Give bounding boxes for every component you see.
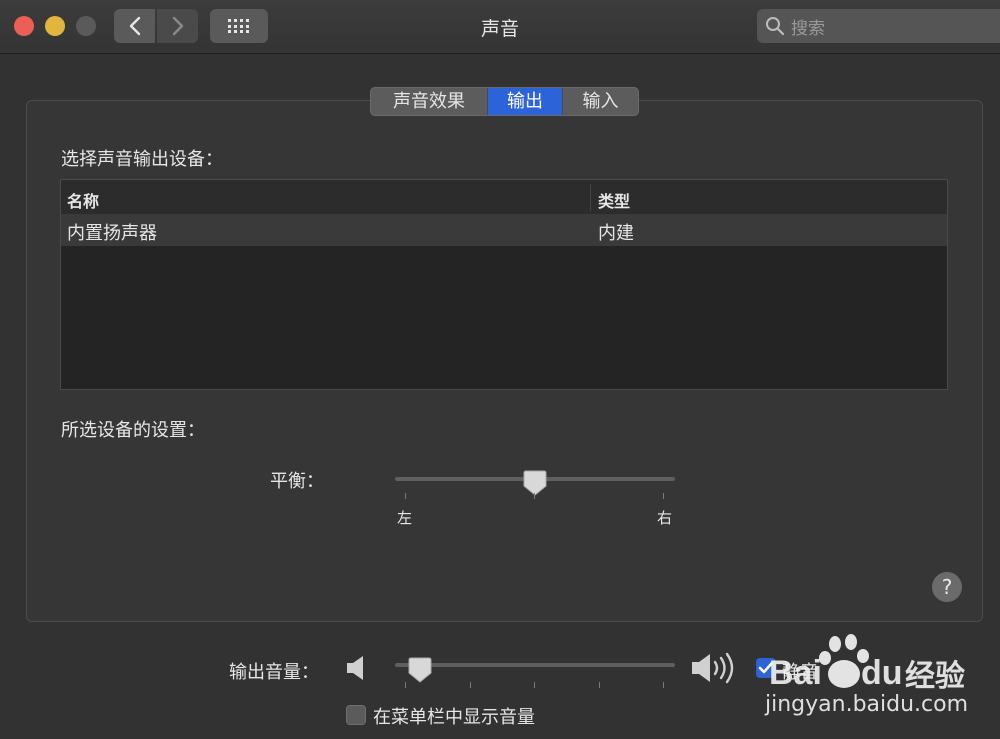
device-name: 内置扬声器 [67, 223, 157, 244]
tab-sound-effects[interactable]: 声音效果 [371, 88, 488, 115]
balance-tick [663, 493, 664, 499]
volume-tick [663, 682, 664, 688]
column-divider [590, 184, 591, 211]
tab-input[interactable]: 输入 [563, 88, 638, 115]
volume-slider-knob[interactable] [408, 656, 432, 684]
title-bar: 声音 搜索 [0, 0, 1000, 54]
speaker-high-icon [692, 652, 734, 684]
column-header-name[interactable]: 名称 [67, 188, 99, 212]
volume-tick [470, 682, 471, 688]
show-volume-in-menubar-label: 在菜单栏中显示音量 [373, 707, 535, 728]
device-settings-label: 所选设备的设置： [61, 420, 205, 441]
device-table: 名称 类型 内置扬声器 内建 [60, 179, 948, 390]
search-field[interactable]: 搜索 [757, 9, 1000, 43]
balance-slider-knob[interactable] [523, 469, 547, 497]
watermark-url: jingyan.baidu.com [765, 692, 969, 717]
tab-bar: 声音效果 输出 输入 [370, 87, 639, 116]
balance-left-label: 左 [397, 509, 413, 527]
table-header: 名称 类型 [61, 180, 947, 215]
speaker-low-icon [347, 656, 363, 680]
tab-output[interactable]: 输出 [488, 88, 563, 115]
svg-text:经验: 经验 [905, 659, 965, 694]
select-device-label: 选择声音输出设备： [61, 149, 223, 170]
table-row[interactable]: 内置扬声器 内建 [61, 215, 947, 246]
balance-right-label: 右 [657, 509, 673, 527]
device-type: 内建 [598, 223, 634, 244]
volume-tick [405, 682, 406, 688]
show-volume-in-menubar-checkbox[interactable] [346, 705, 366, 725]
svg-text:du: du [861, 654, 903, 692]
volume-tick [534, 682, 535, 688]
balance-label: 平衡： [270, 471, 324, 492]
volume-slider-track[interactable] [395, 663, 675, 667]
balance-tick [405, 493, 406, 499]
baidu-watermark: Bai du 经验 jingyan.baidu.com [765, 632, 995, 722]
output-volume-label: 输出音量： [229, 662, 319, 683]
volume-tick [599, 682, 600, 688]
svg-text:Bai: Bai [769, 654, 822, 692]
column-header-type[interactable]: 类型 [598, 188, 630, 212]
help-button[interactable]: ? [932, 572, 962, 602]
search-placeholder: 搜索 [791, 18, 825, 39]
balance-tick [534, 493, 535, 499]
search-icon [766, 17, 785, 36]
